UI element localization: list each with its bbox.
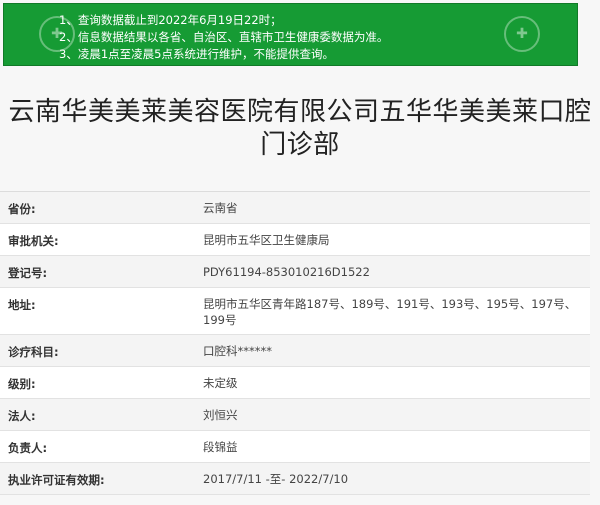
notice-banner: 1、查询数据截止到2022年6月19日22时； 2、信息数据结果以各省、自治区、…: [3, 3, 578, 66]
table-row-address: 地址: 昆明市五华区青年路187号、189号、191号、193号、195号、19…: [0, 288, 590, 335]
page: { "notice": { "lines": [ "1、查询数据截止到2022年…: [0, 0, 600, 505]
row-label: 省份:: [8, 202, 36, 216]
row-label: 诊疗科目:: [8, 345, 59, 359]
table-row-person-in-charge: 负责人: 段锦益: [0, 431, 590, 463]
table-row-legal-person: 法人: 刘恒兴: [0, 399, 590, 431]
row-label: 登记号:: [8, 266, 48, 280]
watermark-logo-icon: ✚: [504, 16, 540, 52]
row-label: 执业许可证有效期:: [8, 473, 105, 487]
row-value: PDY61194-853010216D1522: [203, 265, 370, 279]
row-value: 口腔科******: [203, 344, 272, 358]
row-value: 未定级: [203, 376, 238, 390]
row-label: 法人:: [8, 409, 36, 423]
notice-line-1: 1、查询数据截止到2022年6月19日22时；: [59, 13, 282, 27]
row-label: 地址:: [8, 298, 36, 312]
row-value: 段锦益: [203, 440, 238, 454]
table-row-province: 省份: 云南省: [0, 192, 590, 224]
row-label: 级别:: [8, 377, 36, 391]
row-value: 昆明市五华区卫生健康局: [203, 233, 330, 247]
notice-line-3: 3、凌晨1点至凌晨5点系统进行维护，不能提供查询。: [59, 47, 334, 61]
row-label: 负责人:: [8, 441, 48, 455]
row-value: 刘恒兴: [203, 408, 238, 422]
detail-table: 省份: 云南省 审批机关: 昆明市五华区卫生健康局 登记号: PDY61194-…: [0, 191, 590, 495]
watermark-logo-icon: ✚: [39, 16, 75, 52]
row-value: 昆明市五华区青年路187号、189号、191号、193号、195号、197号、1…: [203, 297, 577, 327]
row-label: 审批机关:: [8, 234, 59, 248]
row-value: 云南省: [203, 201, 238, 215]
table-row-approval-authority: 审批机关: 昆明市五华区卫生健康局: [0, 224, 590, 256]
row-value: 2017/7/11 -至- 2022/7/10: [203, 472, 349, 486]
table-row-level: 级别: 未定级: [0, 367, 590, 399]
table-row-registration-number: 登记号: PDY61194-853010216D1522: [0, 256, 590, 288]
table-row-license-validity: 执业许可证有效期: 2017/7/11 -至- 2022/7/10: [0, 463, 590, 495]
table-row-departments: 诊疗科目: 口腔科******: [0, 335, 590, 367]
page-title: 云南华美美莱美容医院有限公司五华华美美莱口腔门诊部: [8, 97, 592, 160]
notice-line-2: 2、信息数据结果以各省、自治区、直辖市卫生健康委数据为准。: [59, 30, 389, 44]
